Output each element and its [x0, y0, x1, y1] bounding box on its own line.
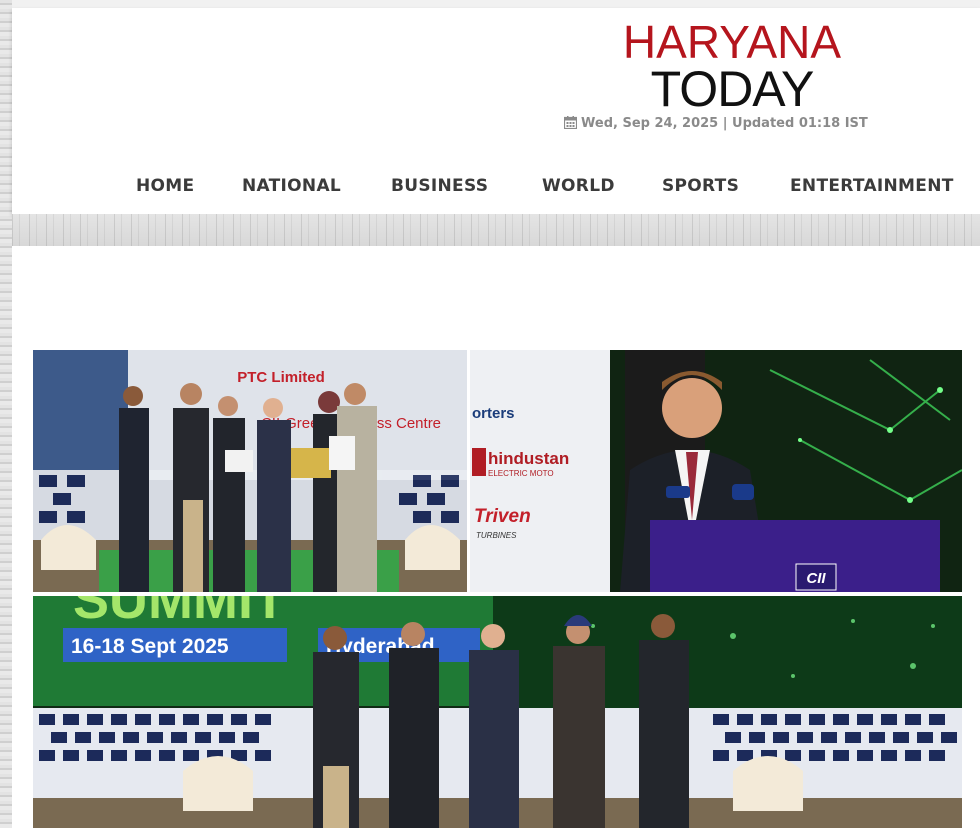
- summit-dates: 16-18 Sept 2025: [71, 635, 229, 658]
- banner-title: PTC Limited: [237, 369, 325, 386]
- nav-sports[interactable]: SPORTS: [662, 176, 739, 196]
- dateline-text: Wed, Sep 24, 2025 | Updated 01:18 IST: [581, 116, 868, 131]
- article-content: PTC Limited CII-Green Business Centre: [12, 246, 980, 828]
- logo-line-today: TODAY: [650, 61, 815, 117]
- podium-logo: CII: [806, 570, 826, 587]
- sponsor-text-2-sub: ELECTRIC MOTO: [488, 469, 554, 478]
- nav-national[interactable]: NATIONAL: [242, 176, 341, 196]
- site-logo[interactable]: HARYANA TODAY: [612, 16, 852, 117]
- logo-line-haryana: HARYANA: [622, 16, 842, 68]
- photo-award-ceremony[interactable]: PTC Limited CII-Green Business Centre: [33, 350, 467, 592]
- sponsor-text-3-sub: TURBINES: [476, 531, 517, 540]
- nav-home[interactable]: HOME: [136, 176, 194, 196]
- sponsor-text-2: hindustan: [488, 449, 569, 468]
- site-header: HARYANA TODAY Wed, Sep 24, 2025 | Update…: [12, 8, 980, 214]
- summit-big-text: SUMMIT: [73, 596, 286, 630]
- sponsor-text-3: Triven: [474, 506, 531, 527]
- photo-speaker-podium[interactable]: orters hindustan ELECTRIC MOTO Triven TU…: [470, 350, 962, 592]
- header-texture-strip: [12, 214, 980, 246]
- calendar-icon: [563, 116, 578, 133]
- page-edge: [0, 0, 12, 828]
- sponsor-text-1: orters: [472, 405, 515, 422]
- nav-world[interactable]: WORLD: [542, 176, 615, 196]
- nav-business[interactable]: BUSINESS: [391, 176, 488, 196]
- nav-entertainment[interactable]: ENTERTAINMENT: [790, 176, 954, 196]
- dateline: Wed, Sep 24, 2025 | Updated 01:18 IST: [563, 116, 868, 133]
- photo-group-summit[interactable]: SUMMIT 16-18 Sept 2025 Hyderabad: [33, 596, 962, 828]
- main-nav: HOME NATIONAL BUSINESS WORLD SPORTS ENTE…: [128, 176, 980, 202]
